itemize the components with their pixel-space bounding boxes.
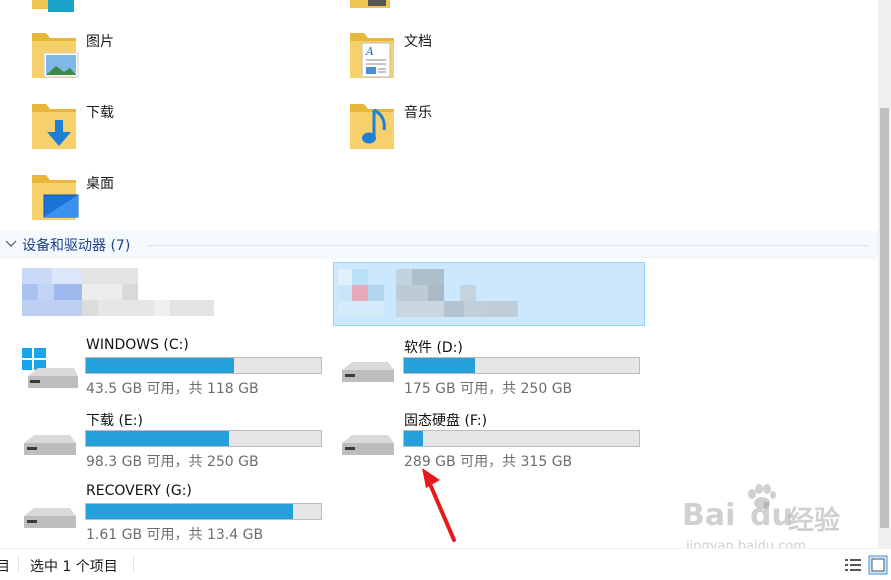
folder-item-music[interactable]: 音乐 xyxy=(346,96,646,156)
folder-item-downloads[interactable]: 下载 xyxy=(28,96,328,156)
pictures-folder-icon xyxy=(32,33,79,78)
documents-folder-icon: A xyxy=(350,33,394,78)
status-divider xyxy=(18,555,19,573)
watermark-brand-jingyan: 经验 xyxy=(788,506,841,536)
chevron-down-icon[interactable] xyxy=(5,239,17,249)
watermark-brand: Bai xyxy=(682,498,736,533)
drive-name: 固态硬盘 (F:) xyxy=(404,413,488,429)
folder-label: 音乐 xyxy=(404,105,432,121)
folder-label: 桌面 xyxy=(86,176,114,192)
drive-usage-bar xyxy=(85,357,322,374)
music-folder-icon xyxy=(350,104,394,149)
drive-name: 软件 (D:) xyxy=(404,340,463,356)
watermark-brand-du: du xyxy=(750,498,793,533)
drive-info: 98.3 GB 可用，共 250 GB xyxy=(86,454,259,470)
drive-item-c[interactable]: WINDOWS (C:) 43.5 GB 可用，共 118 GB xyxy=(18,334,328,398)
details-view-icon[interactable] xyxy=(844,557,862,573)
partial-folder-icon xyxy=(32,0,74,12)
folder-item-documents[interactable]: A 文档 xyxy=(346,25,646,85)
status-partial-text: 目 xyxy=(0,559,10,575)
drive-usage-bar xyxy=(85,430,322,447)
drive-item-f[interactable]: 固态硬盘 (F:) 289 GB 可用，共 315 GB xyxy=(336,407,646,471)
folder-item-desktop[interactable]: 桌面 xyxy=(28,167,328,227)
partial-folder-icon xyxy=(350,0,390,8)
folder-label: 图片 xyxy=(86,34,114,50)
desktop-folder-icon xyxy=(32,175,79,220)
windows-drive-icon xyxy=(22,348,78,388)
scrollbar-thumb[interactable] xyxy=(880,108,889,528)
section-divider xyxy=(148,245,868,246)
hard-drive-icon xyxy=(24,508,76,528)
selected-device-item[interactable] xyxy=(333,262,645,326)
status-divider xyxy=(133,555,134,573)
status-bar: 目 选中 1 个项目 xyxy=(0,548,891,580)
drive-item-g[interactable]: RECOVERY (G:) 1.61 GB 可用，共 13.4 GB xyxy=(18,480,328,544)
folder-item-pictures[interactable]: 图片 xyxy=(28,25,328,85)
drive-name: RECOVERY (G:) xyxy=(86,483,192,499)
drive-info: 175 GB 可用，共 250 GB xyxy=(404,381,573,397)
drive-usage-bar xyxy=(85,503,322,520)
drive-info: 1.61 GB 可用，共 13.4 GB xyxy=(86,527,264,543)
svg-text:A: A xyxy=(365,45,374,58)
drive-name: 下载 (E:) xyxy=(86,413,143,429)
obscured-device-item[interactable] xyxy=(0,262,230,324)
hard-drive-icon xyxy=(24,435,76,455)
drive-info: 43.5 GB 可用，共 118 GB xyxy=(86,381,259,397)
drive-usage-bar xyxy=(403,357,640,374)
folder-label: 下载 xyxy=(86,105,114,121)
drive-item-e[interactable]: 下载 (E:) 98.3 GB 可用，共 250 GB xyxy=(18,407,328,471)
hard-drive-icon xyxy=(342,362,394,382)
downloads-folder-icon xyxy=(32,104,76,149)
annotation-arrow xyxy=(422,468,456,542)
drive-usage-bar xyxy=(403,430,640,447)
tiles-view-icon[interactable] xyxy=(868,555,888,575)
status-selection-text: 选中 1 个项目 xyxy=(30,559,118,575)
drive-item-d[interactable]: 软件 (D:) 175 GB 可用，共 250 GB xyxy=(336,334,646,398)
devices-section-title: 设备和驱动器 (7) xyxy=(22,238,131,254)
hard-drive-icon xyxy=(342,435,394,455)
drive-name: WINDOWS (C:) xyxy=(86,337,189,353)
folder-label: 文档 xyxy=(404,34,432,50)
